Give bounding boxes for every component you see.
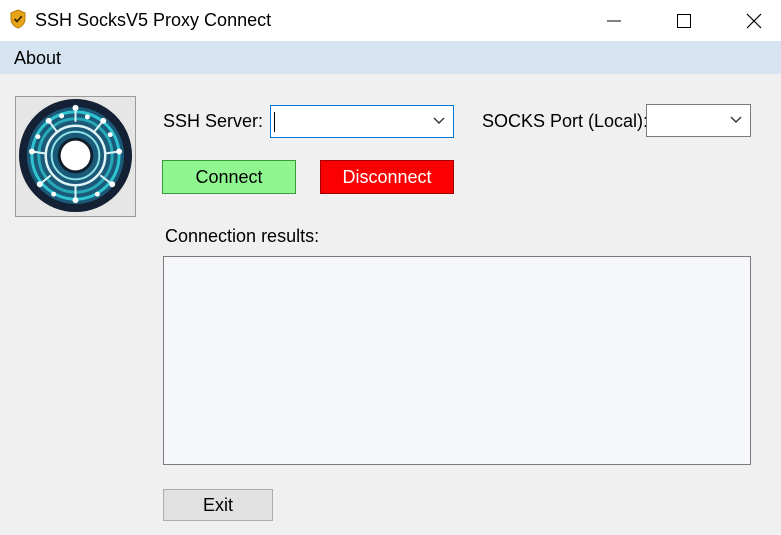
socks-port-combobox[interactable] (646, 104, 751, 137)
window-title: SSH SocksV5 Proxy Connect (35, 10, 272, 30)
chevron-down-icon[interactable] (730, 116, 742, 124)
ssh-server-label: SSH Server: (163, 111, 264, 131)
connection-results-textarea[interactable] (163, 256, 751, 465)
ssh-server-combobox[interactable] (270, 105, 454, 138)
circuit-spiral-logo-icon (16, 97, 135, 216)
chevron-down-icon[interactable] (433, 117, 445, 125)
menu-bar: About (0, 41, 781, 74)
minimize-button[interactable] (591, 0, 637, 41)
minimize-icon (607, 20, 621, 21)
maximize-icon (677, 13, 691, 28)
close-button[interactable] (731, 0, 777, 41)
menu-item-about[interactable]: About (14, 48, 61, 68)
app-logo (15, 96, 136, 217)
text-cursor (274, 112, 275, 132)
connect-button[interactable]: Connect (162, 160, 296, 194)
connection-results-label: Connection results: (165, 226, 320, 246)
socks-port-label: SOCKS Port (Local): (482, 111, 649, 131)
maximize-button[interactable] (661, 0, 707, 41)
shield-icon (9, 9, 27, 29)
close-icon (746, 13, 762, 28)
title-bar: SSH SocksV5 Proxy Connect (0, 0, 781, 41)
disconnect-button[interactable]: Disconnect (320, 160, 454, 194)
exit-button[interactable]: Exit (163, 489, 273, 521)
